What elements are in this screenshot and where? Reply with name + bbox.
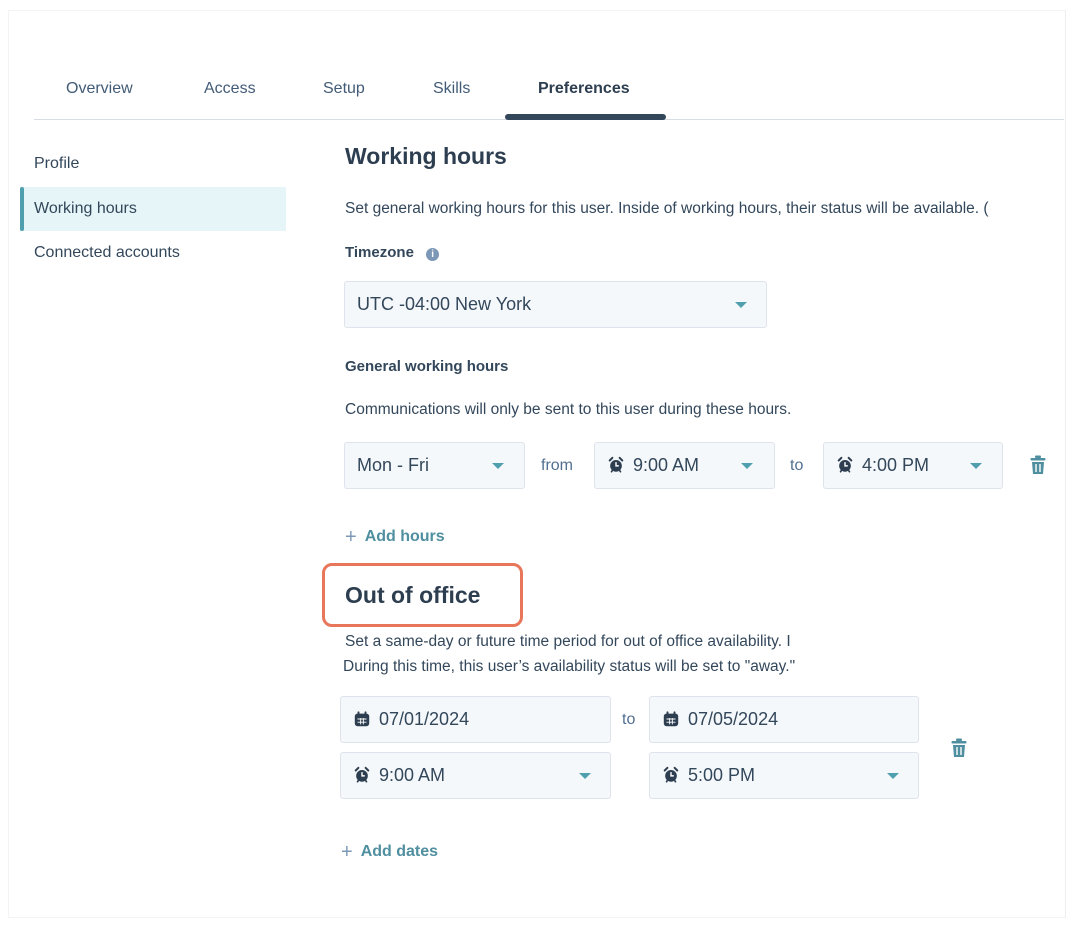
timezone-label: Timezone i [345, 244, 440, 261]
info-icon[interactable]: i [426, 248, 440, 261]
add-hours-label: Add hours [364, 528, 445, 545]
days-select[interactable]: Mon - Fri [344, 442, 525, 489]
add-dates-label: Add dates [360, 843, 439, 860]
timezone-label-text: Timezone [345, 244, 414, 261]
ooo-end-time-select[interactable]: 5:00 PM [649, 752, 919, 799]
out-of-office-title: Out of office [345, 582, 481, 608]
trash-icon[interactable] [1030, 455, 1046, 475]
general-working-hours-label: General working hours [345, 358, 509, 375]
tab-skills[interactable]: Skills [433, 80, 470, 98]
timezone-value: UTC -04:00 New York [357, 294, 532, 314]
working-hours-title: Working hours [345, 143, 507, 169]
end-time-select[interactable]: 4:00 PM [823, 442, 1003, 489]
days-value: Mon - Fri [357, 455, 429, 475]
tab-overview[interactable]: Overview [66, 80, 133, 98]
alarm-clock-icon [663, 766, 679, 783]
start-time-select[interactable]: 9:00 AM [594, 442, 775, 489]
chevron-down-icon [492, 463, 504, 469]
end-date-value: 07/05/2024 [688, 709, 779, 729]
out-of-office-description-line2: During this time, this user’s availabili… [343, 658, 796, 675]
chevron-down-icon [887, 773, 899, 779]
sidebar-item-profile[interactable]: Profile [20, 142, 286, 186]
sidebar-item-label: Working hours [34, 200, 137, 217]
calendar-icon [354, 711, 370, 727]
alarm-clock-icon [608, 456, 624, 473]
general-working-hours-description: Communications will only be sent to this… [345, 401, 792, 418]
timezone-select[interactable]: UTC -04:00 New York [344, 281, 767, 328]
ooo-start-time-value: 9:00 AM [379, 765, 446, 785]
to-label: to [622, 711, 636, 728]
end-time-value: 4:00 PM [862, 455, 930, 475]
calendar-icon [663, 711, 679, 727]
from-label: from [541, 457, 573, 474]
start-date-value: 07/01/2024 [379, 709, 470, 729]
ooo-start-time-select[interactable]: 9:00 AM [340, 752, 611, 799]
chevron-down-icon [970, 463, 982, 469]
start-date-input[interactable]: 07/01/2024 [340, 696, 611, 743]
plus-icon: + [345, 526, 357, 548]
sidebar-item-label: Connected accounts [34, 244, 180, 261]
plus-icon: + [341, 841, 353, 863]
active-tab-indicator [505, 114, 666, 120]
working-hours-description: Set general working hours for this user.… [345, 200, 989, 217]
alarm-clock-icon [837, 456, 853, 473]
sidebar-item-connected-accounts[interactable]: Connected accounts [20, 231, 286, 275]
sidebar-item-label: Profile [34, 155, 80, 172]
ooo-end-time-value: 5:00 PM [688, 765, 756, 785]
trash-icon[interactable] [951, 738, 967, 758]
alarm-clock-icon [354, 766, 370, 783]
sidebar-item-working-hours[interactable]: Working hours [20, 187, 286, 231]
chevron-down-icon [735, 302, 747, 308]
to-label: to [790, 457, 804, 474]
tab-bar: Overview Access Setup Skills Preferences [34, 60, 1064, 120]
add-dates-button[interactable]: + Add dates [341, 841, 438, 864]
chevron-down-icon [579, 773, 591, 779]
add-hours-button[interactable]: + Add hours [345, 526, 445, 549]
chevron-down-icon [741, 463, 753, 469]
tab-setup[interactable]: Setup [323, 80, 365, 98]
end-date-input[interactable]: 07/05/2024 [649, 696, 919, 743]
tab-preferences[interactable]: Preferences [538, 80, 630, 98]
tab-access[interactable]: Access [204, 80, 256, 98]
out-of-office-description-line1: Set a same-day or future time period for… [345, 633, 791, 650]
start-time-value: 9:00 AM [633, 455, 700, 475]
